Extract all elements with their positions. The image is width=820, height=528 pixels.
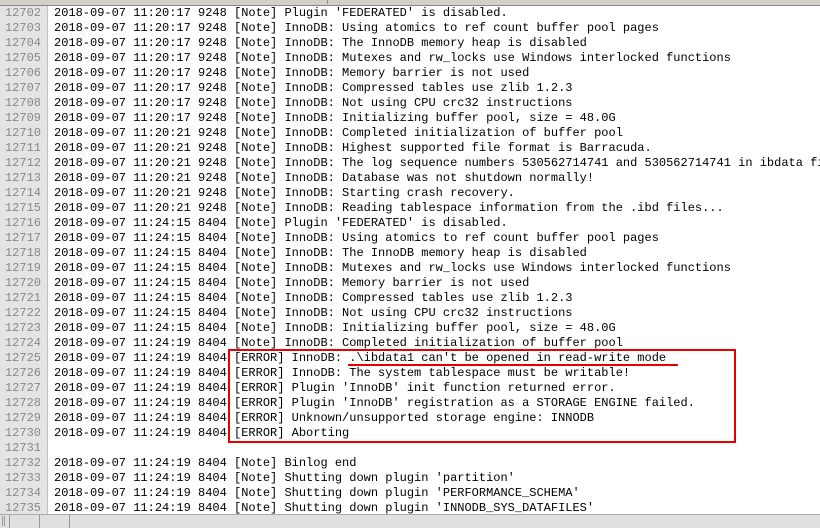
line-number: 12726 [0,366,41,381]
line-number: 12710 [0,126,41,141]
log-line: 2018-09-07 11:24:15 8404 [Note] InnoDB: … [54,276,820,291]
line-number: 12724 [0,336,41,351]
line-number: 12731 [0,441,41,456]
line-number: 12727 [0,381,41,396]
line-number: 12723 [0,321,41,336]
log-line: 2018-09-07 11:20:17 9248 [Note] InnoDB: … [54,81,820,96]
line-number: 12712 [0,156,41,171]
line-number: 12711 [0,141,41,156]
line-number: 12728 [0,396,41,411]
log-line [54,441,820,456]
log-line: 2018-09-07 11:24:15 8404 [Note] InnoDB: … [54,231,820,246]
log-line: 2018-09-07 11:24:19 8404 [ERROR] Plugin … [54,381,820,396]
line-number-gutter: 1270212703127041270512706127071270812709… [0,6,48,514]
log-line: 2018-09-07 11:20:17 9248 [Note] InnoDB: … [54,66,820,81]
log-line: 2018-09-07 11:20:17 9248 [Note] InnoDB: … [54,111,820,126]
log-line: 2018-09-07 11:24:19 8404 [Note] InnoDB: … [54,336,820,351]
line-number: 12715 [0,201,41,216]
log-line: 2018-09-07 11:24:15 8404 [Note] InnoDB: … [54,261,820,276]
log-line: 2018-09-07 11:24:19 8404 [ERROR] Plugin … [54,396,820,411]
log-line: 2018-09-07 11:20:21 9248 [Note] InnoDB: … [54,126,820,141]
log-line: 2018-09-07 11:20:17 9248 [Note] Plugin '… [54,6,820,21]
log-line: 2018-09-07 11:20:17 9248 [Note] InnoDB: … [54,51,820,66]
line-number: 12706 [0,66,41,81]
log-line: 2018-09-07 11:20:21 9248 [Note] InnoDB: … [54,156,820,171]
line-number: 12705 [0,51,41,66]
log-line: 2018-09-07 11:20:21 9248 [Note] InnoDB: … [54,186,820,201]
line-number: 12716 [0,216,41,231]
line-number: 12721 [0,291,41,306]
log-line: 2018-09-07 11:24:19 8404 [Note] Shutting… [54,486,820,501]
line-number: 12704 [0,36,41,51]
line-number: 12722 [0,306,41,321]
log-line: 2018-09-07 11:24:15 8404 [Note] InnoDB: … [54,306,820,321]
log-line: 2018-09-07 11:20:21 9248 [Note] InnoDB: … [54,201,820,216]
log-line: 2018-09-07 11:20:21 9248 [Note] InnoDB: … [54,141,820,156]
line-number: 12733 [0,471,41,486]
line-number: 12717 [0,231,41,246]
status-bar [0,514,820,528]
log-line: 2018-09-07 11:24:19 8404 [ERROR] Unknown… [54,411,820,426]
log-line: 2018-09-07 11:24:19 8404 [Note] Shutting… [54,471,820,486]
line-number: 12734 [0,486,41,501]
log-line: 2018-09-07 11:24:15 8404 [Note] InnoDB: … [54,246,820,261]
log-line: 2018-09-07 11:24:19 8404 [ERROR] InnoDB:… [54,366,820,381]
log-line: 2018-09-07 11:24:19 8404 [ERROR] InnoDB:… [54,351,820,366]
line-number: 12718 [0,246,41,261]
line-number: 12713 [0,171,41,186]
line-number: 12730 [0,426,41,441]
line-number: 12714 [0,186,41,201]
editor-viewport[interactable]: 1270212703127041270512706127071270812709… [0,6,820,514]
line-number: 12708 [0,96,41,111]
line-number: 12702 [0,6,41,21]
line-number: 12707 [0,81,41,96]
log-line: 2018-09-07 11:20:21 9248 [Note] InnoDB: … [54,171,820,186]
log-line: 2018-09-07 11:24:19 8404 [Note] Shutting… [54,501,820,514]
log-line: 2018-09-07 11:20:17 9248 [Note] InnoDB: … [54,21,820,36]
line-number: 12735 [0,501,41,514]
log-line: 2018-09-07 11:24:15 8404 [Note] InnoDB: … [54,291,820,306]
line-number: 12703 [0,21,41,36]
log-line: 2018-09-07 11:20:17 9248 [Note] InnoDB: … [54,36,820,51]
line-number: 12725 [0,351,41,366]
log-line: 2018-09-07 11:24:15 8404 [Note] InnoDB: … [54,321,820,336]
line-number: 12709 [0,111,41,126]
log-text-area[interactable]: 2018-09-07 11:20:17 9248 [Note] Plugin '… [48,6,820,514]
line-number: 12719 [0,261,41,276]
log-line: 2018-09-07 11:24:19 8404 [Note] Binlog e… [54,456,820,471]
log-line: 2018-09-07 11:20:17 9248 [Note] InnoDB: … [54,96,820,111]
line-number: 12720 [0,276,41,291]
line-number: 12729 [0,411,41,426]
line-number: 12732 [0,456,41,471]
log-line: 2018-09-07 11:24:19 8404 [ERROR] Abortin… [54,426,820,441]
log-line: 2018-09-07 11:24:15 8404 [Note] Plugin '… [54,216,820,231]
